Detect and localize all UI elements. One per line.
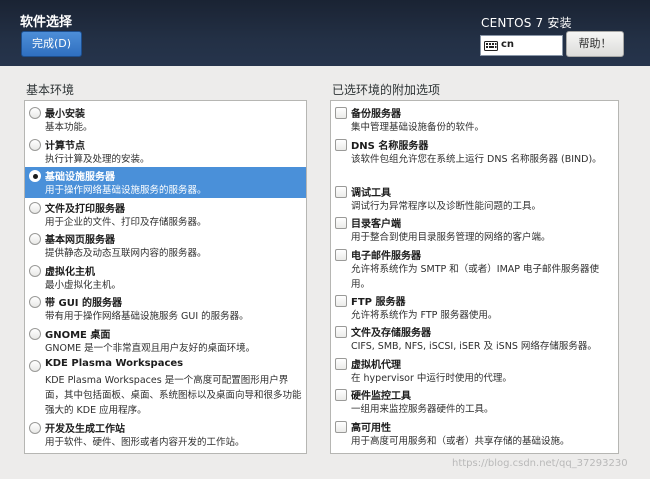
done-button[interactable]: 完成(D) [21,31,82,57]
env-option-dev-workstation[interactable]: 开发及生成工作站 用于软件、硬件、图形或者内容开发的工作站。 [25,419,306,453]
addon-desc: 用于高度可用服务和（或者）共享存储的基础设施。 [351,436,570,447]
radio-button[interactable] [29,265,41,277]
env-option-desc: KDE Plasma Workspaces 是一个高度可配置图形用户界面，其中包… [45,375,302,416]
env-option-title: 最小安装 [45,109,85,120]
addon-backup-server[interactable]: 备份服务器 集中管理基础设施备份的软件。 [331,104,618,135]
addon-title: 目录客户端 [351,219,401,230]
addon-title: 调试工具 [351,188,391,199]
env-option-title: GNOME 桌面 [45,330,111,341]
keyboard-icon [484,41,498,51]
env-option-web-server[interactable]: 基本网页服务器 提供静态及动态互联网内容的服务器。 [25,230,306,261]
addon-title: 硬件监控工具 [351,391,411,402]
addon-desc: 调试行为异常程序以及诊断性能问题的工具。 [351,201,542,212]
checkbox[interactable] [335,139,347,151]
checkbox[interactable] [335,421,347,433]
help-button[interactable]: 帮助！ [566,31,624,57]
radio-selected-dot [33,174,38,179]
env-option-title: 文件及打印服务器 [45,204,125,215]
env-option-title: 虚拟化主机 [45,267,95,278]
addon-desc: 用于整合到使用目录服务管理的网络的客户端。 [351,232,551,243]
addon-ftp-server[interactable]: FTP 服务器 允许将系统作为 FTP 服务器使用。 [331,292,618,323]
addon-file-storage-server[interactable]: 文件及存储服务器 CIFS, SMB, NFS, iSCSI, iSER 及 i… [331,323,618,354]
checkbox[interactable] [335,389,347,401]
radio-button[interactable] [29,296,41,308]
checkbox[interactable] [335,107,347,119]
env-option-gnome-desktop[interactable]: GNOME 桌面 GNOME 是一个非常直观且用户友好的桌面环境。 [25,325,306,356]
env-option-desc: 带有用于操作网络基础设施服务 GUI 的服务器。 [45,311,249,322]
keyboard-layout-indicator[interactable]: cn [480,35,563,56]
addon-high-availability[interactable]: 高可用性 用于高度可用服务和（或者）共享存储的基础设施。 [331,418,618,453]
addon-desc: 允许将系统作为 FTP 服务器使用。 [351,310,498,321]
radio-button[interactable] [29,170,41,182]
addon-debugging-tools[interactable]: 调试工具 调试行为异常程序以及诊断性能问题的工具。 [331,183,618,214]
env-option-title: KDE Plasma Workspaces [45,358,184,369]
addon-title: 电子邮件服务器 [351,251,421,262]
addon-title: 文件及存储服务器 [351,328,431,339]
radio-button[interactable] [29,360,41,372]
radio-button[interactable] [29,422,41,434]
radio-button[interactable] [29,328,41,340]
radio-button[interactable] [29,202,41,214]
env-option-desc: 执行计算及处理的安装。 [45,154,150,165]
env-option-virtualization-host[interactable]: 虚拟化主机 最小虚拟化主机。 [25,262,306,293]
addon-desc: CIFS, SMB, NFS, iSCSI, iSER 及 iSNS 网络存储服… [351,341,597,352]
addon-desc: 一组用来监控服务器硬件的工具。 [351,404,494,415]
addon-directory-client[interactable]: 目录客户端 用于整合到使用目录服务管理的网络的客户端。 [331,214,618,245]
addon-desc: 该软件包组允许您在系统上运行 DNS 名称服务器 (BIND)。 [351,154,602,165]
env-option-title: 带 GUI 的服务器 [45,298,123,309]
env-option-desc: 用于企业的文件、打印及存储服务器。 [45,217,207,228]
product-title: CENTOS 7 安装 [481,16,572,30]
radio-button[interactable] [29,233,41,245]
addon-dns-server[interactable]: DNS 名称服务器 该软件包组允许您在系统上运行 DNS 名称服务器 (BIND… [331,136,618,182]
checkbox[interactable] [335,249,347,261]
env-option-kde-plasma[interactable]: KDE Plasma Workspaces KDE Plasma Workspa… [25,357,306,418]
env-option-desc: 最小虚拟化主机。 [45,280,122,291]
env-option-desc: 用于操作网络基础设施服务的服务器。 [45,185,207,196]
env-option-desc: 用于软件、硬件、图形或者内容开发的工作站。 [45,437,245,448]
base-env-list[interactable]: 最小安装 基本功能。 计算节点 执行计算及处理的安装。 基础设施服务器 用于操作… [24,100,307,454]
checkbox[interactable] [335,186,347,198]
header-bar: 软件选择 完成(D) CENTOS 7 安装 cn 帮助！ [0,0,650,66]
checkbox[interactable] [335,326,347,338]
checkbox[interactable] [335,217,347,229]
env-option-desc: GNOME 是一个非常直观且用户友好的桌面环境。 [45,343,256,354]
addon-title: 备份服务器 [351,109,401,120]
env-option-file-print-server[interactable]: 文件及打印服务器 用于企业的文件、打印及存储服务器。 [25,199,306,230]
checkbox[interactable] [335,295,347,307]
addon-desc: 在 hypervisor 中运行时使用的代理。 [351,373,512,384]
env-option-desc: 基本功能。 [45,122,93,133]
env-option-infrastructure-server[interactable]: 基础设施服务器 用于操作网络基础设施服务的服务器。 [25,167,306,198]
watermark: https://blog.csdn.net/qq_37293230 [452,458,628,469]
addon-desc: 允许将系统作为 SMTP 和（或者）IMAP 电子邮件服务器使用。 [351,264,600,290]
env-option-server-with-gui[interactable]: 带 GUI 的服务器 带有用于操作网络基础设施服务 GUI 的服务器。 [25,293,306,324]
env-option-desc: 提供静态及动态互联网内容的服务器。 [45,248,207,259]
addons-list[interactable]: 备份服务器 集中管理基础设施备份的软件。 DNS 名称服务器 该软件包组允许您在… [330,100,619,454]
radio-button[interactable] [29,107,41,119]
keyboard-layout-label: cn [501,39,515,50]
addons-heading: 已选环境的附加选项 [332,83,441,97]
env-option-compute-node[interactable]: 计算节点 执行计算及处理的安装。 [25,136,306,167]
env-option-title: 开发及生成工作站 [45,424,125,435]
addon-desc: 集中管理基础设施备份的软件。 [351,122,485,133]
addon-title: 高可用性 [351,423,391,434]
radio-button[interactable] [29,139,41,151]
env-option-title: 计算节点 [45,141,85,152]
env-option-title: 基本网页服务器 [45,235,115,246]
checkbox[interactable] [335,358,347,370]
addon-mail-server[interactable]: 电子邮件服务器 允许将系统作为 SMTP 和（或者）IMAP 电子邮件服务器使用… [331,246,618,292]
addon-guest-agents[interactable]: 虚拟机代理 在 hypervisor 中运行时使用的代理。 [331,355,618,386]
addon-hardware-monitoring[interactable]: 硬件监控工具 一组用来监控服务器硬件的工具。 [331,386,618,417]
addon-title: FTP 服务器 [351,297,406,308]
addon-title: 虚拟机代理 [351,360,401,371]
page-title: 软件选择 [20,15,73,30]
env-option-title: 基础设施服务器 [45,172,115,183]
base-env-heading: 基本环境 [26,83,75,97]
env-option-minimal[interactable]: 最小安装 基本功能。 [25,104,306,135]
addon-title: DNS 名称服务器 [351,141,429,152]
